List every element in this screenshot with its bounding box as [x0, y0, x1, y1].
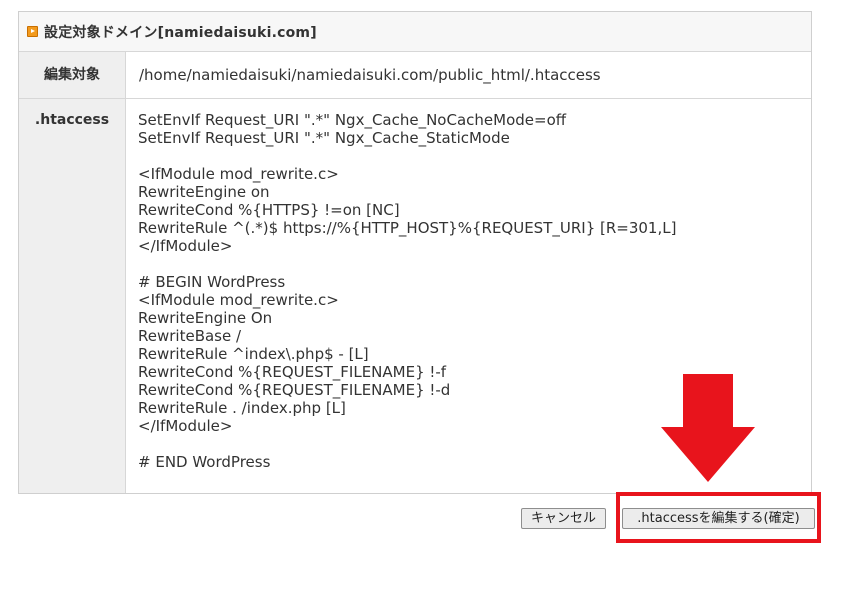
- cancel-button[interactable]: キャンセル: [521, 508, 606, 529]
- panel-header: 設定対象ドメイン[namiedaisuki.com]: [19, 12, 811, 52]
- target-file-row: 編集対象 /home/namiedaisuki/namiedaisuki.com…: [19, 52, 811, 99]
- target-file-path: /home/namiedaisuki/namiedaisuki.com/publ…: [139, 66, 601, 84]
- htaccess-label: .htaccess: [19, 99, 126, 493]
- highlight-box: [616, 492, 821, 543]
- htaccess-editor[interactable]: SetEnvIf Request_URI ".*" Ngx_Cache_NoCa…: [138, 111, 676, 471]
- panel-title: 設定対象ドメイン[namiedaisuki.com]: [44, 24, 317, 41]
- red-down-arrow-icon: [661, 374, 755, 482]
- orange-square-bullet-icon: [27, 26, 38, 37]
- target-file-label: 編集対象: [19, 52, 126, 98]
